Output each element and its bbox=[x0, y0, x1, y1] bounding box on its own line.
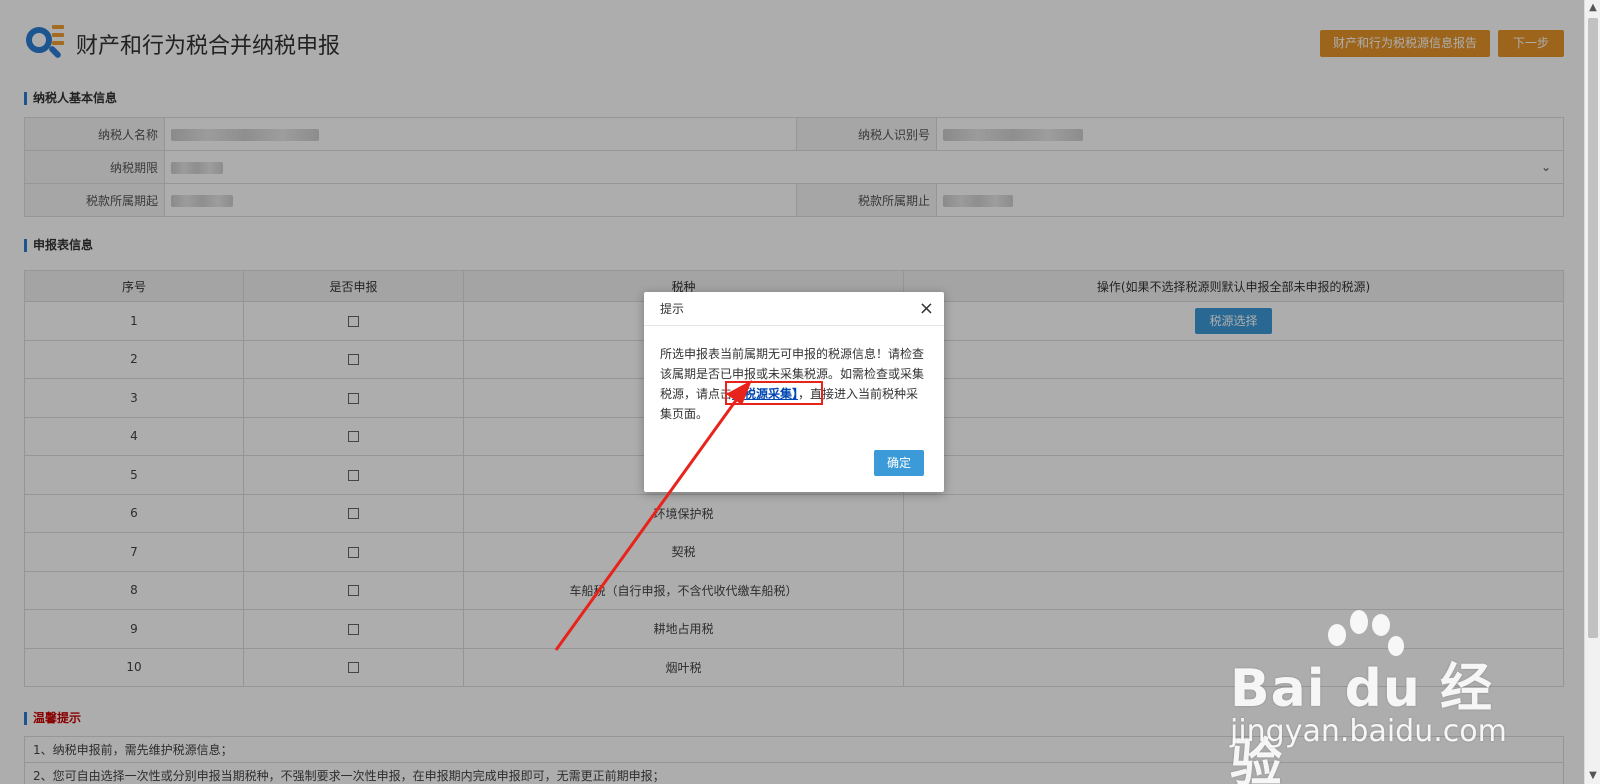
page-scrollbar[interactable]: ▲ ▼ bbox=[1584, 0, 1600, 784]
scroll-up-icon[interactable]: ▲ bbox=[1585, 0, 1600, 16]
watermark-url-text: jingyan.baidu.com bbox=[1230, 714, 1507, 749]
confirm-button[interactable]: 确定 bbox=[874, 450, 924, 476]
close-icon[interactable]: × bbox=[919, 292, 934, 326]
scroll-down-icon[interactable]: ▼ bbox=[1585, 768, 1600, 784]
baidu-watermark: Bai du 经验 jingyan.baidu.com bbox=[1230, 610, 1530, 784]
scrollbar-thumb[interactable] bbox=[1588, 18, 1598, 638]
dialog-message: 所选申报表当前属期无可申报的税源信息！请检查该属期是否已申报或未采集税源。如需检… bbox=[644, 326, 944, 424]
dialog-title: 提示 bbox=[660, 302, 685, 316]
dialog-header: 提示 × bbox=[644, 292, 944, 326]
annotation-highlight-box bbox=[725, 381, 823, 405]
